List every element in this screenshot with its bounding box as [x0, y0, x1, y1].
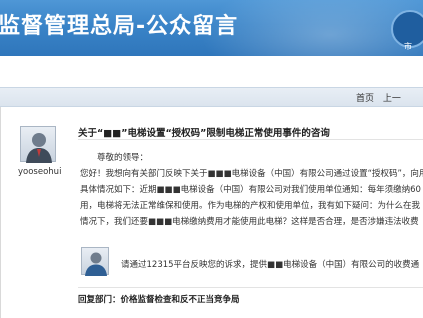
breadcrumb: 首页 上一	[356, 91, 407, 104]
official-silhouette-icon	[85, 252, 107, 276]
site-banner: 监督管理总局-公众留言 市	[0, 0, 423, 56]
message-greeting: 尊敬的领导：	[97, 153, 149, 163]
message-subject: 关于“■■”电梯设置“授权码”限制电梯正常使用事件的咨询	[78, 128, 330, 139]
user-avatar	[20, 126, 56, 163]
divider	[78, 139, 423, 140]
divider	[78, 287, 423, 288]
dept-name: 价格监督检查和反不正当竞争局	[120, 295, 240, 305]
reply-department: 回复部门：价格监督检查和反不正当竞争局	[78, 293, 240, 305]
content-border	[0, 107, 1, 318]
dept-label: 回复部门：	[78, 295, 121, 305]
message-line: 您好！我想向有关部门反映下关于■■■电梯设备（中国）有限公司通过设置“授权码”，…	[80, 169, 423, 179]
home-link[interactable]: 首页	[356, 94, 374, 104]
page-title: 监督管理总局-公众留言	[0, 14, 239, 39]
user-silhouette-icon	[26, 133, 52, 163]
username: yooseohui	[18, 167, 62, 177]
message-line: 用，电梯将无法正常维保和使用。作为电梯的产权和使用单位，我有如下疑问：为什么在我	[80, 201, 421, 211]
prev-link[interactable]: 上一	[383, 94, 401, 104]
message-line: 情况下，我们还要■■■电梯缴纳费用才能使用此电梯？这样是否合理，是否涉嫌违法收费	[80, 217, 419, 227]
logo-text: 市	[404, 42, 412, 51]
message-line: 具体情况如下：近期■■■电梯设备（中国）有限公司对我们使用单位通知：每年须缴纳6…	[80, 185, 421, 195]
reply-avatar	[81, 247, 109, 276]
reply-text: 请通过12315平台反映您的诉求，提供■■电梯设备（中国）有限公司的收费通	[121, 260, 420, 270]
breadcrumb-bar: 首页 上一	[0, 87, 423, 107]
